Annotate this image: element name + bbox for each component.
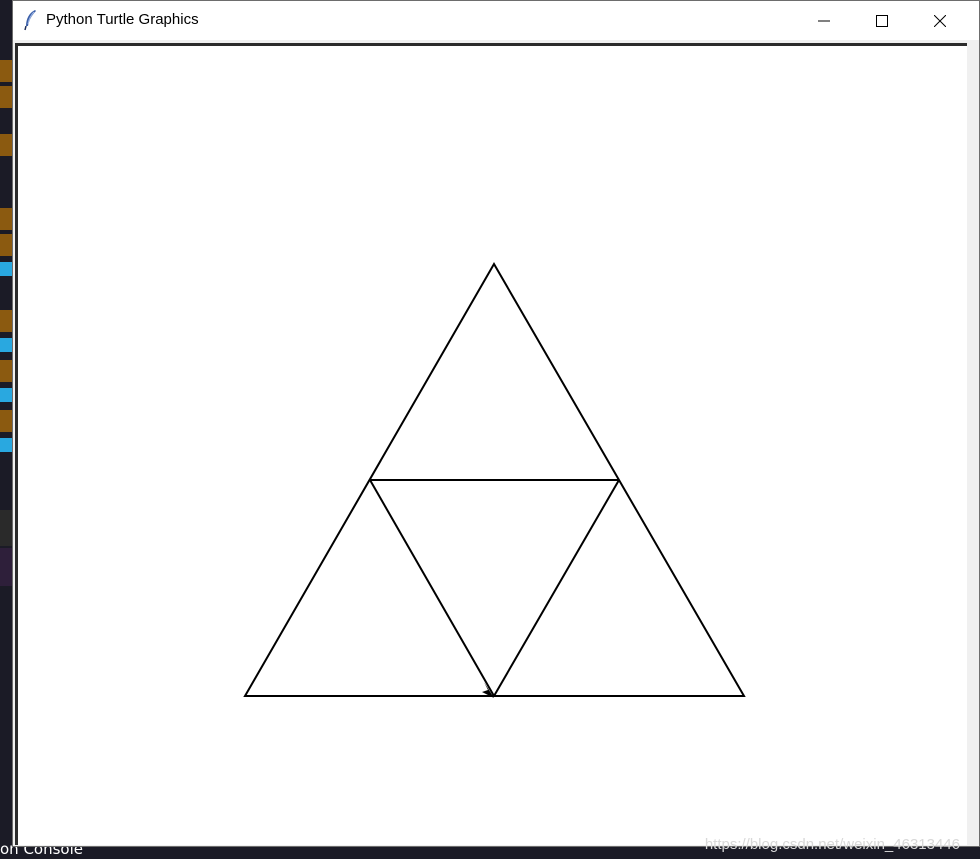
minimize-icon [818,20,830,21]
feather-icon [23,9,39,31]
editor-highlight [0,60,12,82]
watermark: https://blog.csdn.net/weixin_46313446 [704,836,960,853]
editor-highlight [0,234,12,256]
editor-keyword [0,338,12,352]
editor-highlight [0,134,12,156]
window-border-right [969,43,979,845]
drawing-surface [243,262,746,698]
close-button[interactable] [911,1,969,40]
window-title: Python Turtle Graphics [46,11,199,28]
editor-highlight [0,360,12,382]
terminal-area [0,548,12,586]
inner-edge-right [493,479,620,697]
maximize-icon [876,14,888,27]
maximize-button[interactable] [853,1,911,40]
minimize-button[interactable] [795,1,853,40]
editor-highlight [0,310,12,332]
panel-divider [0,510,12,546]
editor-highlight [0,86,12,108]
editor-keyword [0,388,12,402]
close-icon [934,14,946,27]
editor-keyword [0,262,12,276]
title-bar[interactable]: Python Turtle Graphics [13,1,979,40]
editor-highlight [0,410,12,432]
inner-edge-left [369,479,495,697]
editor-keyword [0,438,12,452]
turtle-window: Python Turtle Graphics [12,0,980,847]
turtle-canvas[interactable] [15,43,967,845]
editor-highlight [0,208,12,230]
